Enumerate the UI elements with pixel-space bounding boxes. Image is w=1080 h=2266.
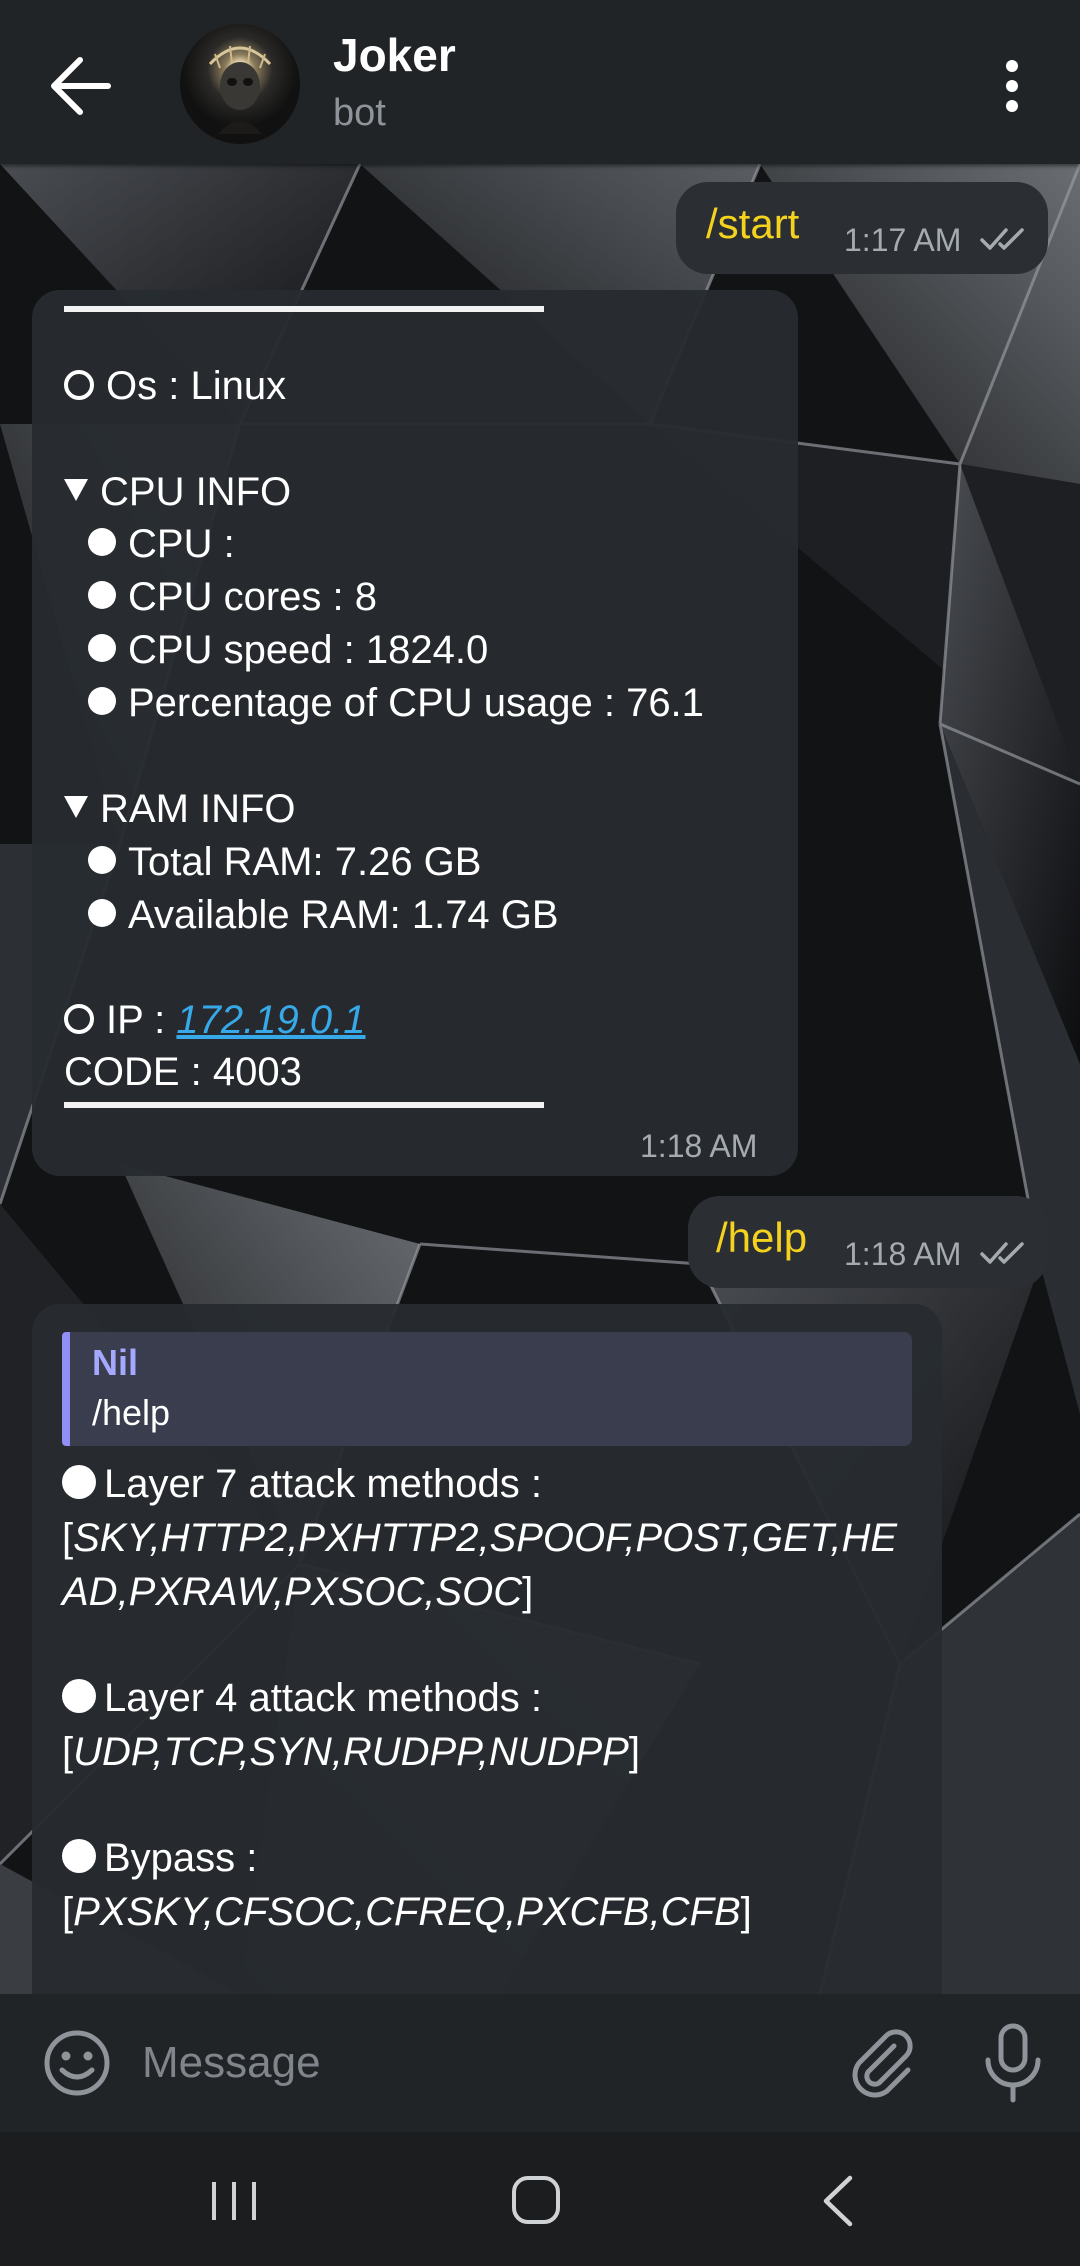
ip-link[interactable]: 172.19.0.1 <box>176 998 365 1042</box>
message-input[interactable] <box>140 2024 794 2102</box>
triangle-down-icon <box>64 479 88 502</box>
message-time: 1:18 AM <box>844 1236 962 1272</box>
bullet-icon <box>88 581 116 610</box>
bypass-title: Bypass : <box>104 1836 258 1880</box>
bullet-icon <box>88 846 116 875</box>
layer7-list-line1: [SKY,HTTP2,PXHTTP2,SPOOF,POST,GET,HE <box>62 1516 897 1561</box>
bypass-list-text: PXSKY,CFSOC,CFREQ,PXCFB,CFB <box>73 1890 741 1934</box>
cpu-cores-row: CPU cores : 8 <box>88 575 377 620</box>
layer7-title-row: Layer 7 attack methods : <box>62 1462 542 1507</box>
nav-back-button[interactable] <box>816 2174 860 2228</box>
circle-outline-icon <box>64 1004 94 1035</box>
bullet-icon <box>88 899 116 928</box>
reply-preview[interactable]: Nil /help <box>62 1332 912 1446</box>
back-button[interactable] <box>40 50 120 122</box>
paperclip-icon <box>852 2029 913 2098</box>
bracket-open: [ <box>62 1516 74 1560</box>
layer7-list-part1: SKY,HTTP2,PXHTTP2,SPOOF,POST,GET,HE <box>73 1516 898 1560</box>
message-start[interactable]: /start 1:17 AM <box>676 182 1048 274</box>
emoji-button[interactable] <box>42 2028 112 2098</box>
double-check-icon <box>980 1242 1024 1264</box>
ram-available-text: Available RAM: 1.74 GB <box>128 893 559 937</box>
cpu-usage-text: Percentage of CPU usage : 76.1 <box>128 681 704 725</box>
triangle-down-icon <box>64 796 88 819</box>
layer4-list-text: UDP,TCP,SYN,RUDPP,NUDPP <box>73 1730 629 1774</box>
bracket-close: ] <box>628 1730 640 1774</box>
microphone-icon <box>985 2023 1041 2103</box>
reply-bar <box>62 1332 70 1446</box>
layer4-title-row: Layer 4 attack methods : <box>62 1676 542 1721</box>
os-text: Os : Linux <box>106 364 287 408</box>
recent-apps-button[interactable] <box>206 2176 262 2226</box>
arrow-left-icon <box>51 57 111 115</box>
layer4-title: Layer 4 attack methods : <box>104 1676 543 1720</box>
os-row: Os : Linux <box>64 364 286 409</box>
bullet-icon <box>88 528 116 557</box>
chat-header: Joker bot <box>0 0 1080 164</box>
attach-button[interactable] <box>844 2024 920 2100</box>
layer4-list: [UDP,TCP,SYN,RUDPP,NUDPP] <box>62 1730 640 1775</box>
voice-record-button[interactable] <box>980 2022 1046 2104</box>
message-text: /start <box>706 200 800 247</box>
bullet-icon <box>62 1465 96 1500</box>
circle-outline-icon <box>64 370 94 401</box>
message-help-reply[interactable]: Nil /help Layer 7 attack methods : [SKY,… <box>32 1304 942 2064</box>
bullet-icon <box>88 634 116 663</box>
smile-icon <box>44 2030 110 2096</box>
message-system-info[interactable]: Os : Linux CPU INFO CPU : CPU cores : 8 … <box>32 290 798 1176</box>
recent-apps-icon <box>212 2182 256 2220</box>
bracket-close: ] <box>522 1570 534 1614</box>
layer7-list-line2: AD,PXRAW,PXSOC,SOC] <box>62 1570 533 1615</box>
cpu-row: CPU : <box>88 522 235 567</box>
ram-available-row: Available RAM: 1.74 GB <box>88 893 559 938</box>
ip-row: IP : 172.19.0.1 <box>64 998 365 1043</box>
reply-author: Nil <box>92 1342 139 1383</box>
bracket-open: [ <box>62 1730 74 1774</box>
chat-title[interactable]: Joker <box>333 28 456 82</box>
ram-total-text: Total RAM: 7.26 GB <box>128 840 482 884</box>
chat-subtitle: bot <box>333 92 386 134</box>
double-check-icon <box>980 228 1024 250</box>
ram-header-text: RAM INFO <box>100 787 296 831</box>
bracket-close: ] <box>740 1890 752 1934</box>
more-vertical-icon <box>1006 60 1018 112</box>
cpu-cores-text: CPU cores : 8 <box>128 575 377 619</box>
code-row: CODE : 4003 <box>64 1050 302 1094</box>
ip-label: IP : <box>106 998 177 1042</box>
home-icon <box>512 2176 560 2224</box>
reply-text: /help <box>92 1392 171 1433</box>
bypass-title-row: Bypass : <box>62 1836 257 1881</box>
message-time: 1:17 AM <box>844 222 962 258</box>
message-text: /help <box>716 1214 808 1261</box>
cpu-text: CPU : <box>128 522 235 566</box>
more-menu-button[interactable] <box>992 56 1032 116</box>
ram-header-row: RAM INFO <box>64 787 296 832</box>
bypass-list: [PXSKY,CFSOC,CFREQ,PXCFB,CFB] <box>62 1890 752 1935</box>
layer7-list-part2: AD,PXRAW,PXSOC,SOC <box>62 1570 523 1614</box>
divider-bottom <box>64 1102 544 1108</box>
message-composer <box>0 1994 1080 2132</box>
cpu-header-row: CPU INFO <box>64 470 291 515</box>
bullet-icon <box>62 1679 96 1714</box>
ram-total-row: Total RAM: 7.26 GB <box>88 840 481 885</box>
layer7-title: Layer 7 attack methods : <box>104 1462 543 1506</box>
cpu-header-text: CPU INFO <box>100 470 292 514</box>
nav-back-icon <box>823 2175 853 2227</box>
message-time: 1:18 AM <box>640 1128 758 1164</box>
message-help[interactable]: /help 1:18 AM <box>688 1196 1048 1288</box>
divider-top <box>64 306 544 312</box>
bullet-icon <box>62 1839 96 1874</box>
cpu-usage-row: Percentage of CPU usage : 76.1 <box>88 681 704 726</box>
home-button[interactable] <box>508 2172 564 2228</box>
bullet-icon <box>88 687 116 716</box>
avatar[interactable] <box>180 24 300 144</box>
bracket-open: [ <box>62 1890 74 1934</box>
cpu-speed-row: CPU speed : 1824.0 <box>88 628 488 673</box>
system-nav-bar <box>0 2132 1080 2266</box>
cpu-speed-text: CPU speed : 1824.0 <box>128 628 489 672</box>
avatar-image <box>208 45 272 134</box>
